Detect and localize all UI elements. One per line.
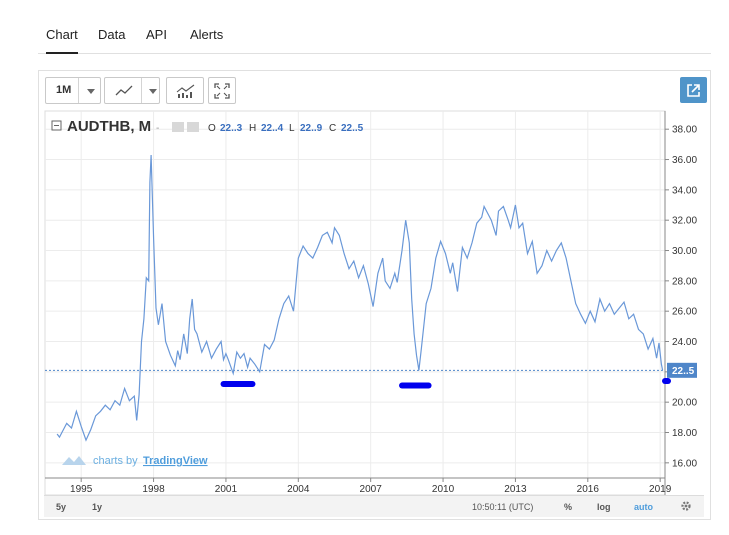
y-tick-label: 26.00 xyxy=(672,307,697,318)
high-key: H xyxy=(249,123,256,134)
low-key: L xyxy=(289,123,295,134)
watermark-brand: TradingView xyxy=(143,455,208,467)
y-tick-label: 24.00 xyxy=(672,337,697,348)
y-tick-label: 36.00 xyxy=(672,155,697,166)
bottom-toolbar: 5y 1y 10:50:11 (UTC) % log auto xyxy=(44,495,704,517)
log-toggle[interactable]: log xyxy=(597,502,611,512)
eye-icon[interactable] xyxy=(172,122,184,132)
x-tick-label: 2016 xyxy=(577,484,600,495)
clock-readout: 10:50:11 (UTC) xyxy=(472,502,534,512)
legend-symbol: AUDTHB, M xyxy=(67,118,151,135)
watermark-prefix: charts by xyxy=(93,455,138,467)
x-tick-label: 2019 xyxy=(649,484,672,495)
legend-separator: - xyxy=(156,123,159,134)
x-tick-label: 2004 xyxy=(287,484,310,495)
y-tick-label: 34.00 xyxy=(672,185,697,196)
x-tick-label: 2010 xyxy=(432,484,455,495)
settings-icon[interactable] xyxy=(187,122,199,132)
open-key: O xyxy=(208,123,216,134)
y-tick-label: 18.00 xyxy=(672,428,697,439)
close-key: C xyxy=(329,123,336,134)
x-tick-label: 1998 xyxy=(142,484,165,495)
x-tick-label: 2013 xyxy=(504,484,527,495)
gear-icon[interactable] xyxy=(680,500,692,512)
high-value: 22..4 xyxy=(261,123,284,134)
low-value: 22..9 xyxy=(300,123,323,134)
close-value: 22..5 xyxy=(341,123,364,134)
y-tick-label: 20.00 xyxy=(672,398,697,409)
y-tick-label: 32.00 xyxy=(672,216,697,227)
y-tick-label: 30.00 xyxy=(672,246,697,257)
last-price-label: 22..5 xyxy=(672,366,695,377)
y-ticks: 16.0018.0020.0022.0024.0026.0028.0030.00… xyxy=(665,125,697,469)
x-tick-label: 1995 xyxy=(70,484,93,495)
auto-toggle[interactable]: auto xyxy=(634,502,653,512)
percent-toggle[interactable]: % xyxy=(564,502,572,512)
range-1y-button[interactable]: 1y xyxy=(92,502,102,512)
x-tick-label: 2001 xyxy=(215,484,238,495)
price-chart[interactable]: 16.0018.0020.0022.0024.0026.0028.0030.00… xyxy=(0,0,729,535)
y-tick-label: 16.00 xyxy=(672,458,697,469)
last-price-tag: 22..5 xyxy=(667,362,697,378)
y-tick-label: 28.00 xyxy=(672,276,697,287)
range-5y-button[interactable]: 5y xyxy=(56,502,66,512)
y-tick-label: 38.00 xyxy=(672,125,697,136)
open-value: 22..3 xyxy=(220,123,243,134)
plot-area xyxy=(44,110,666,496)
x-tick-label: 2007 xyxy=(360,484,383,495)
